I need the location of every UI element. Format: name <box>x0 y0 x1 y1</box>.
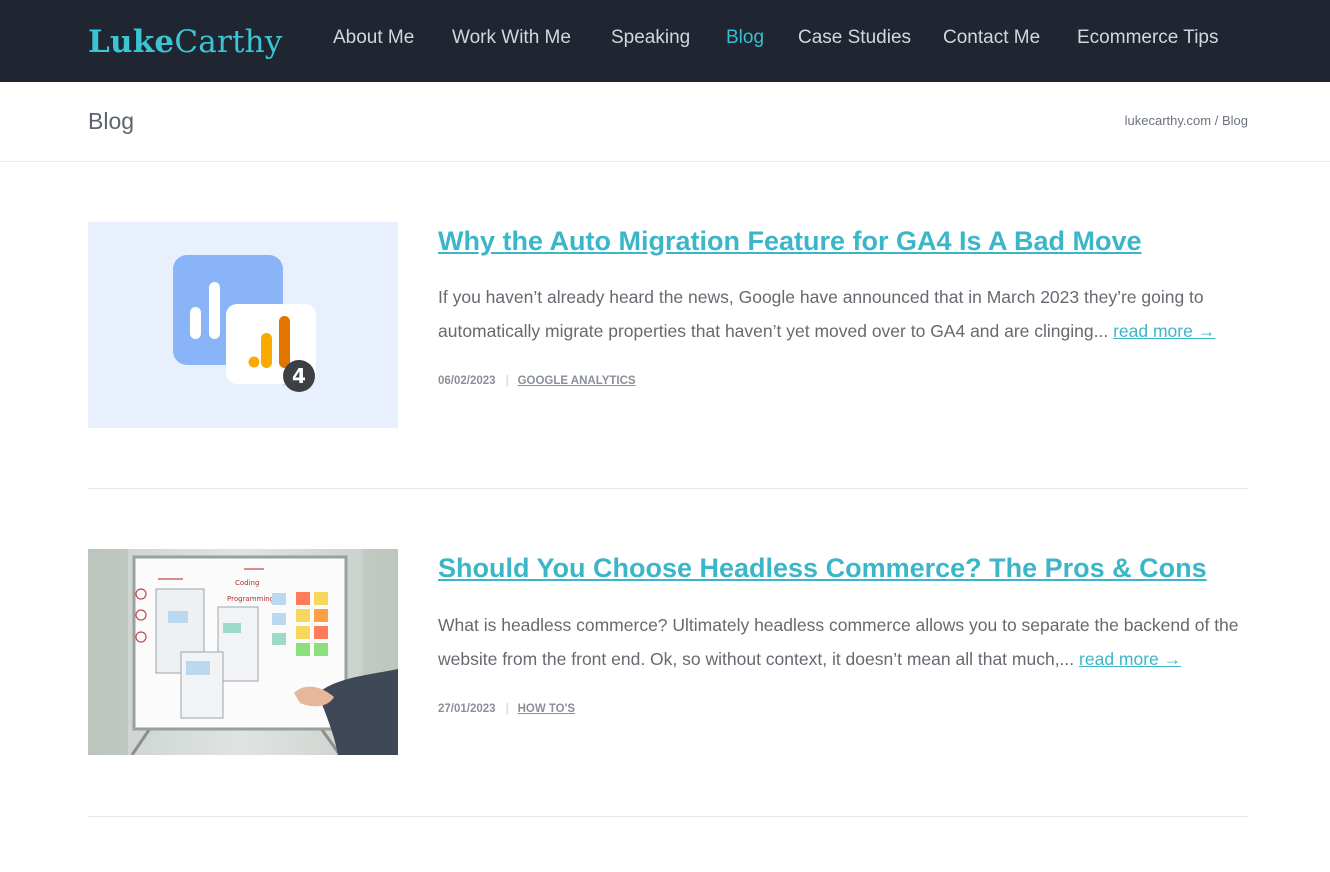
page-title: Blog <box>88 108 135 134</box>
post-category-link[interactable]: HOW TO'S <box>518 703 575 715</box>
breadcrumb-current: Blog <box>1221 113 1248 128</box>
meta-separator: | <box>505 703 509 715</box>
nav-contact-me[interactable]: Contact Me <box>943 22 1040 54</box>
post-divider <box>88 816 1248 817</box>
post-thumbnail-ga4[interactable]: 4 <box>88 222 398 428</box>
breadcrumb-separator: / <box>1214 113 1219 128</box>
read-more-link[interactable]: read more → <box>1113 321 1215 341</box>
whiteboard-note-coding: Coding <box>235 579 259 587</box>
nav-about-me[interactable]: About Me <box>333 22 414 54</box>
logo-text-luke: Luke <box>88 24 175 60</box>
post-thumbnail-whiteboard[interactable]: Coding Programming <box>88 549 398 755</box>
nav-ecommerce-tips[interactable]: Ecommerce Tips <box>1077 22 1218 54</box>
post-divider <box>88 488 1248 489</box>
whiteboard-note-programming: Programming <box>227 595 274 603</box>
post-excerpt-text: If you haven’t already heard the news, G… <box>438 287 1204 341</box>
post-date: 27/01/2023 <box>438 703 496 715</box>
site-header: LukeCarthy About Me Work With Me Speakin… <box>0 0 1330 82</box>
nav-work-with-me[interactable]: Work With Me <box>452 22 571 54</box>
ga4-badge-number: 4 <box>292 364 306 388</box>
google-analytics-4-icon: 4 <box>88 222 398 428</box>
post-title-link[interactable]: Should You Choose Headless Commerce? The… <box>438 548 1258 588</box>
post-title-link[interactable]: Why the Auto Migration Feature for GA4 I… <box>438 221 1258 261</box>
post-date: 06/02/2023 <box>438 375 496 387</box>
nav-speaking[interactable]: Speaking <box>611 22 690 54</box>
post-meta: 06/02/2023 | GOOGLE ANALYTICS <box>438 373 636 389</box>
meta-separator: | <box>505 375 509 387</box>
nav-blog[interactable]: Blog <box>726 22 764 54</box>
whiteboard-photo: Coding Programming <box>88 549 398 755</box>
breadcrumb: lukecarthy.com / Blog <box>1125 111 1248 131</box>
post-excerpt: If you haven’t already heard the news, G… <box>438 280 1248 348</box>
site-logo[interactable]: LukeCarthy <box>88 22 283 62</box>
post-excerpt: What is headless commerce? Ultimately he… <box>438 608 1248 676</box>
logo-text-carthy: Carthy <box>174 24 283 60</box>
breadcrumb-home-link[interactable]: lukecarthy.com <box>1125 113 1211 128</box>
nav-case-studies[interactable]: Case Studies <box>798 22 911 54</box>
post-category-link[interactable]: GOOGLE ANALYTICS <box>518 375 636 387</box>
read-more-link[interactable]: read more → <box>1079 649 1181 669</box>
post-meta: 27/01/2023 | HOW TO'S <box>438 701 575 717</box>
